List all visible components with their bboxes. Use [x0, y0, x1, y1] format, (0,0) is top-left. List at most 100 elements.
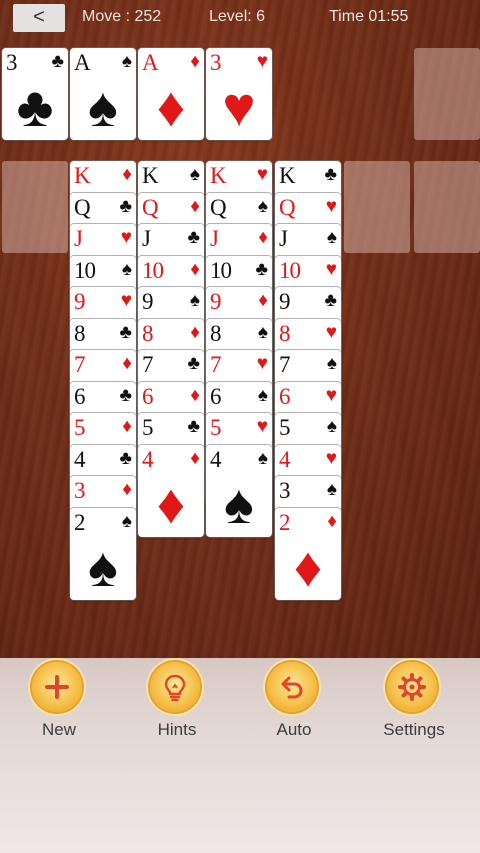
playing-card[interactable]: 4 ♠ ♠	[206, 445, 272, 537]
card-suit-icon: ♥	[325, 385, 337, 406]
card-rank: 6	[74, 384, 85, 409]
hints-button[interactable]: Hints	[122, 662, 232, 742]
playing-card[interactable]: 3 ♥ ♥	[206, 48, 272, 140]
card-rank: 10	[279, 258, 301, 283]
empty-tableau-slot[interactable]	[414, 161, 480, 253]
playing-card[interactable]: 2 ♠ ♠	[70, 508, 136, 600]
card-rank: 8	[279, 321, 290, 346]
card-rank: 7	[142, 352, 153, 377]
card-suit-icon: ♥	[256, 416, 268, 437]
level-indicator: Level: 6	[209, 8, 266, 25]
card-suit-icon: ♠	[121, 259, 132, 280]
card-rank: K	[142, 163, 159, 188]
card-rank: J	[142, 226, 151, 251]
card-suit-icon: ♠	[257, 385, 268, 406]
card-suit-icon: ♣	[119, 385, 132, 406]
card-rank: 9	[279, 289, 290, 314]
card-suit-icon: ♣	[119, 196, 132, 217]
card-rank: 8	[74, 321, 85, 346]
card-rank: 5	[279, 415, 290, 440]
card-suit-icon: ♠	[121, 511, 132, 532]
card-rank: 9	[142, 289, 153, 314]
gear-icon	[387, 662, 437, 712]
card-suit-icon: ♦	[190, 385, 200, 406]
card-rank: Q	[74, 195, 91, 220]
card-rank: 3	[74, 478, 85, 503]
playing-card[interactable]: 4 ♦ ♦	[138, 445, 204, 537]
back-button[interactable]: <	[13, 4, 65, 32]
card-rank: A	[142, 50, 159, 75]
card-rank: 3	[279, 478, 290, 503]
settings-button[interactable]: Settings	[359, 662, 469, 742]
card-suit-icon: ♥	[120, 290, 132, 311]
card-suit-icon: ♣	[255, 259, 268, 280]
empty-foundation-slot[interactable]	[414, 48, 480, 140]
card-suit-icon: ♥	[120, 227, 132, 248]
card-suit-icon: ♠	[326, 353, 337, 374]
card-rank: K	[74, 163, 91, 188]
card-suit-icon: ♠	[257, 322, 268, 343]
card-suit-icon: ♣	[187, 416, 200, 437]
card-rank: 10	[142, 258, 164, 283]
card-rank: 10	[210, 258, 232, 283]
card-rank: 5	[210, 415, 221, 440]
card-rank: 5	[74, 415, 85, 440]
card-center-suit-icon: ♦	[156, 472, 186, 535]
card-suit-icon: ♦	[327, 511, 337, 532]
card-suit-icon: ♠	[189, 290, 200, 311]
card-rank: K	[210, 163, 227, 188]
card-suit-icon: ♣	[324, 164, 337, 185]
lightbulb-icon	[150, 662, 200, 712]
card-suit-icon: ♣	[119, 448, 132, 469]
empty-tableau-slot[interactable]	[344, 161, 410, 253]
card-suit-icon: ♥	[256, 353, 268, 374]
card-center-suit-icon: ♠	[224, 472, 254, 535]
card-suit-icon: ♣	[187, 353, 200, 374]
timer: Time 01:55	[329, 8, 409, 25]
card-rank: 2	[74, 510, 85, 535]
card-rank: Q	[210, 195, 227, 220]
card-suit-icon: ♠	[189, 164, 200, 185]
card-suit-icon: ♥	[325, 196, 337, 217]
card-suit-icon: ♦	[190, 51, 200, 72]
card-suit-icon: ♣	[119, 322, 132, 343]
card-rank: 9	[74, 289, 85, 314]
settings-label: Settings	[383, 720, 445, 739]
card-suit-icon: ♦	[122, 479, 132, 500]
plus-icon	[32, 662, 82, 712]
playing-card[interactable]: 2 ♦ ♦	[275, 508, 341, 600]
card-center-suit-icon: ♠	[88, 535, 118, 598]
auto-button[interactable]: Auto	[239, 662, 349, 742]
playing-card[interactable]: A ♦ ♦	[138, 48, 204, 140]
card-rank: 4	[210, 447, 221, 472]
status-bar: < Move : 252 Level: 6 Time 01:55	[0, 0, 480, 36]
card-rank: 7	[279, 352, 290, 377]
card-suit-icon: ♦	[190, 196, 200, 217]
card-rank: 10	[74, 258, 96, 283]
card-suit-icon: ♠	[257, 196, 268, 217]
card-center-suit-icon: ♠	[88, 75, 118, 138]
card-suit-icon: ♦	[190, 259, 200, 280]
card-rank: Q	[142, 195, 159, 220]
card-suit-icon: ♠	[257, 448, 268, 469]
card-suit-icon: ♦	[122, 416, 132, 437]
card-suit-icon: ♦	[190, 448, 200, 469]
auto-label: Auto	[276, 720, 312, 739]
card-suit-icon: ♦	[258, 227, 268, 248]
card-rank: 6	[210, 384, 221, 409]
playing-card[interactable]: A ♠ ♠	[70, 48, 136, 140]
card-suit-icon: ♦	[190, 322, 200, 343]
playing-card[interactable]: 3 ♣ ♣	[2, 48, 68, 140]
card-rank: 6	[279, 384, 290, 409]
card-suit-icon: ♠	[326, 227, 337, 248]
hints-label: Hints	[157, 720, 197, 739]
card-center-suit-icon: ♦	[156, 75, 186, 138]
card-suit-icon: ♣	[324, 290, 337, 311]
card-suit-icon: ♦	[122, 353, 132, 374]
empty-freecell-slot[interactable]	[2, 161, 68, 253]
new-button[interactable]: New	[4, 662, 114, 742]
card-suit-icon: ♠	[326, 479, 337, 500]
card-suit-icon: ♣	[51, 51, 64, 72]
card-rank: 3	[210, 50, 221, 75]
new-label: New	[41, 720, 76, 739]
